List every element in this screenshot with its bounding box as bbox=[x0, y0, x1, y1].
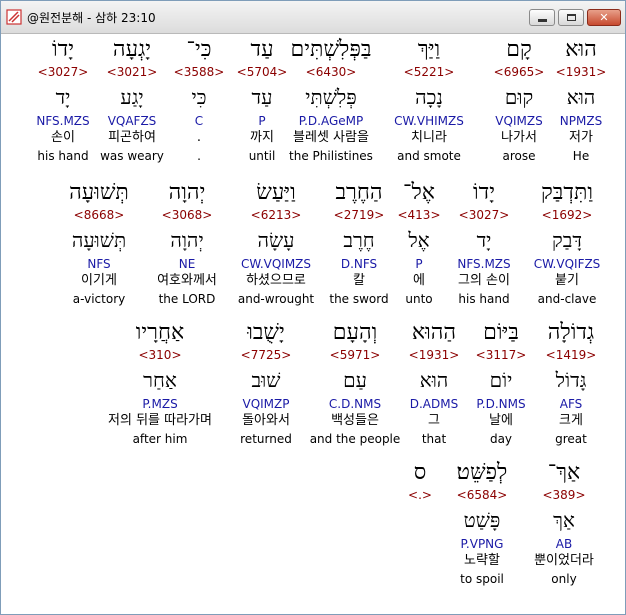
maximize-button[interactable] bbox=[558, 9, 584, 26]
lemma: תְּשׁוּעָה bbox=[71, 228, 127, 252]
minimize-icon bbox=[537, 19, 547, 22]
window-title: @원전분해 - 삼하 23:10 bbox=[27, 11, 156, 25]
strong-number[interactable]: <310> bbox=[100, 348, 220, 362]
strong-number[interactable]: <8668> bbox=[39, 208, 159, 222]
parsing-code: NFS.MZS bbox=[36, 114, 90, 128]
hebrew-word: תְּשׁוּעָה bbox=[69, 180, 129, 205]
word-cell[interactable]: יָדוֹ <3027> יָד NFS.MZS 손이 his hand bbox=[3, 38, 123, 166]
lemma: יָד bbox=[55, 85, 71, 109]
close-icon: ✕ bbox=[599, 11, 609, 24]
app-icon bbox=[6, 9, 22, 25]
strong-number[interactable]: <3027> bbox=[3, 65, 123, 79]
strong-number[interactable]: <7725> bbox=[206, 348, 326, 362]
maximize-icon bbox=[566, 14, 576, 21]
korean-gloss: 이기게 bbox=[81, 273, 117, 288]
lemma: שׁוּב bbox=[251, 368, 281, 392]
hebrew-word: יָדוֹ bbox=[52, 37, 74, 62]
english-gloss: after him bbox=[132, 432, 188, 446]
parsing-code: P.MZS bbox=[142, 397, 178, 411]
english-gloss: his hand bbox=[37, 149, 89, 163]
hebrew-word: יָשֻׁבוּ bbox=[247, 320, 285, 345]
word-cell[interactable]: אַחֲרָיו <310> אַחַר P.MZS 저의 뒤를 따라가며 after h… bbox=[100, 321, 220, 449]
hebrew-word: ס bbox=[413, 460, 427, 485]
parsing-code: NFS bbox=[87, 257, 111, 271]
korean-gloss: 돌아와서 bbox=[242, 413, 290, 428]
english-gloss: a-victory bbox=[72, 292, 126, 306]
close-button[interactable]: ✕ bbox=[587, 9, 621, 26]
strong-number[interactable]: <.> bbox=[360, 488, 480, 502]
english-gloss: returned bbox=[240, 432, 292, 446]
title-bar[interactable]: @원전분해 - 삼하 23:10 ✕ bbox=[1, 1, 625, 34]
app-window: @원전분해 - 삼하 23:10 ✕ הוּא <1931> הוּא NPMZS 저가… bbox=[0, 0, 626, 615]
minimize-button[interactable] bbox=[529, 9, 555, 26]
word-cell[interactable]: יָשֻׁבוּ <7725> שׁוּב VQIMZP 돌아와서 returned bbox=[206, 321, 326, 449]
korean-gloss: 저의 뒤를 따라가며 bbox=[108, 413, 212, 428]
hebrew-word: אַחֲרָיו bbox=[135, 320, 185, 345]
interlinear-panel: הוּא <1931> הוּא NPMZS 저가 He קָם <6965> קוּם VQIM… bbox=[2, 34, 624, 613]
word-cell[interactable]: תְּשׁוּעָה <8668> תְּשׁוּעָה NFS 이기게 a-victor… bbox=[39, 181, 159, 309]
korean-gloss: 손이 bbox=[51, 130, 75, 145]
word-cell[interactable]: ס <.> bbox=[360, 461, 480, 589]
lemma: אַחַר bbox=[143, 368, 177, 392]
parsing-code: VQIMZP bbox=[242, 397, 290, 411]
